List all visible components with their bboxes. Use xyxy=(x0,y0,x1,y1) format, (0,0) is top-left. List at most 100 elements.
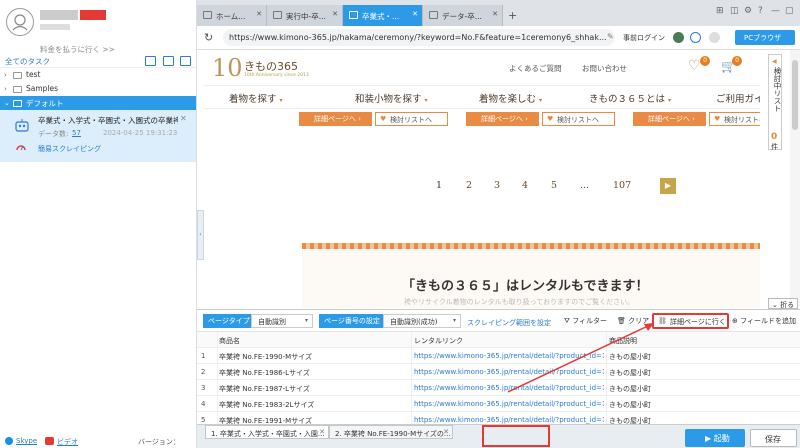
column-header[interactable]: 商品名 xyxy=(219,336,409,346)
tab-home[interactable]: ホーム... ✕ xyxy=(197,5,267,26)
folder-samples[interactable]: › Samples xyxy=(0,82,196,96)
folder-default[interactable]: ⌄ デフォルト xyxy=(0,96,196,110)
scroll-thumb[interactable] xyxy=(792,60,798,130)
cell-product-name[interactable]: 卒業袴 No.FE-1990-Mサイズ xyxy=(219,352,409,362)
cell-description[interactable]: きもの屋小町 xyxy=(609,368,669,378)
clear-button[interactable]: 🗑 クリア xyxy=(617,316,649,326)
logo-number[interactable]: 10 xyxy=(212,54,243,82)
add-field-button[interactable]: ⊕ フィールドを追加 xyxy=(732,316,796,326)
next-page-icon[interactable]: ▶ xyxy=(660,178,676,194)
page-last[interactable]: 107 xyxy=(613,180,631,191)
close-icon[interactable]: ✕ xyxy=(492,10,498,18)
skype-icon[interactable] xyxy=(5,437,13,445)
pay-link[interactable]: 料金を払うに行く >> xyxy=(40,44,115,55)
new-tab-icon[interactable]: + xyxy=(508,9,517,22)
page-4[interactable]: 4 xyxy=(522,180,528,191)
scrape-scope-link[interactable]: スクレイピング範囲を設定 xyxy=(467,318,551,328)
cell-description[interactable]: きもの屋小町 xyxy=(609,352,669,362)
column-header[interactable]: レンタルリンク xyxy=(414,336,604,346)
table-row[interactable]: 2 卒業袴 No.FE-1986-Lサイズ https://www.kimono… xyxy=(197,364,800,380)
pre-login-button[interactable]: 事前ログイン xyxy=(623,33,665,43)
page-5[interactable]: 5 xyxy=(551,180,557,191)
skin-icon[interactable]: ◫ xyxy=(730,6,739,16)
edit-icon[interactable]: ✎ xyxy=(607,32,614,41)
table-row[interactable]: 3 卒業袴 No.FE-1987-Lサイズ https://www.kimono… xyxy=(197,380,800,396)
contact-link[interactable]: お問い合わせ xyxy=(582,63,627,74)
new-task-icon[interactable] xyxy=(180,56,191,66)
logo-text[interactable]: きもの365 xyxy=(244,58,298,74)
tab-data[interactable]: データ-卒... ✕ xyxy=(423,5,503,26)
fold-button[interactable]: ⌄ 折る xyxy=(768,298,798,309)
bottom-tab-detail-page[interactable]: 2. 卒業袴 No.FE-1990-Mサイズの... ✕ xyxy=(329,425,453,439)
menu-enjoy-kimono[interactable]: 着物を楽しむ ▾ xyxy=(479,91,542,105)
collapse-sidebar-handle[interactable]: ‹ xyxy=(197,210,204,260)
cell-description[interactable]: きもの屋小町 xyxy=(609,384,669,394)
extension-icon[interactable] xyxy=(673,32,684,43)
minimize-icon[interactable]: — xyxy=(771,6,780,16)
menu-guide[interactable]: ご利用ガイド xyxy=(716,91,760,105)
tab-running[interactable]: 実行中-卒... ✕ xyxy=(267,5,343,26)
new-folder-icon[interactable] xyxy=(163,56,174,66)
goto-detail-button[interactable]: ⛓ 詳細ページに行く xyxy=(652,313,729,329)
cell-rental-link[interactable]: https://www.kimono-365.jp/rental/detail/… xyxy=(414,416,604,424)
cell-product-name[interactable]: 卒業袴 No.FE-1987-Lサイズ xyxy=(219,384,409,394)
menu-about[interactable]: きもの３６５とは ▾ xyxy=(589,91,671,105)
detail-page-button[interactable]: 詳細ページへ › xyxy=(299,112,372,126)
cell-rental-link[interactable]: https://www.kimono-365.jp/rental/detail/… xyxy=(414,384,604,392)
start-button[interactable]: ▶ 起動 xyxy=(685,429,745,447)
column-header[interactable]: 商品説明 xyxy=(609,336,669,346)
close-icon[interactable]: ✕ xyxy=(412,10,418,18)
avatar[interactable] xyxy=(6,8,34,36)
checklist-button[interactable]: ♥検討リストへ xyxy=(375,112,448,126)
faq-link[interactable]: よくあるご質問 xyxy=(509,63,562,74)
menu-find-accessories[interactable]: 和装小物を探す ▾ xyxy=(355,91,428,105)
page-type-select[interactable]: 自動識別 ▾ xyxy=(251,314,313,328)
close-icon[interactable]: ✕ xyxy=(256,10,262,18)
close-icon[interactable]: ✕ xyxy=(332,10,338,18)
close-icon[interactable]: ✕ xyxy=(180,114,187,123)
filter-button[interactable]: ⛛ フィルター xyxy=(564,316,607,326)
table-row[interactable]: 1 卒業袴 No.FE-1990-Mサイズ https://www.kimono… xyxy=(197,348,800,364)
pc-browser-select[interactable]: PCブラウザ xyxy=(735,30,795,45)
heart-icon[interactable]: ♡ xyxy=(688,58,701,74)
close-icon[interactable]: ✕ xyxy=(319,428,325,436)
help-icon[interactable]: ? xyxy=(758,6,763,16)
close-icon[interactable]: ✕ xyxy=(443,428,449,436)
page-number-select[interactable]: 自動識別(成功) ▾ xyxy=(383,314,461,328)
tab-ceremony[interactable]: 卒業式・... ✕ xyxy=(343,5,423,26)
page-scrollbar[interactable] xyxy=(790,50,800,308)
detail-page-button[interactable]: 詳細ページへ › xyxy=(633,112,706,126)
user-icon[interactable] xyxy=(709,32,720,43)
video-link[interactable]: ビデオ xyxy=(57,437,78,447)
cell-product-name[interactable]: 卒業袴 No.FE-1986-Lサイズ xyxy=(219,368,409,378)
settings-icon[interactable]: ⚙ xyxy=(744,6,752,16)
page-1[interactable]: 1 xyxy=(436,180,442,191)
table-row[interactable]: 4 卒業袴 No.FE-1983-2Lサイズ https://www.kimon… xyxy=(197,396,800,412)
cell-rental-link[interactable]: https://www.kimono-365.jp/rental/detail/… xyxy=(414,352,604,360)
task-item[interactable]: 卒業式・入学式・卒園式・入園式の卒業袴... ✕ データ数: 57 2024-0… xyxy=(0,110,196,162)
folder-test[interactable]: › test xyxy=(0,68,196,82)
checklist-tab[interactable]: ◀ 検討中リスト 0 件 xyxy=(768,54,782,151)
reload-icon[interactable]: ↻ xyxy=(204,31,213,44)
cell-product-name[interactable]: 卒業袴 No.FE-1983-2Lサイズ xyxy=(219,400,409,410)
pin-icon[interactable]: ⊞ xyxy=(716,6,724,16)
checklist-button[interactable]: ♥検討リストへ xyxy=(709,112,760,126)
bottom-tab-list-page[interactable]: 1. 卒業式・入学式・卒園式・入園... ✕ xyxy=(205,425,329,439)
page-2[interactable]: 2 xyxy=(466,180,472,191)
data-count-link[interactable]: 57 xyxy=(72,129,81,137)
video-icon[interactable] xyxy=(45,437,54,445)
tab-label: データ-卒... xyxy=(442,12,482,21)
cell-description[interactable]: きもの屋小町 xyxy=(609,400,669,410)
checklist-button[interactable]: ♥検討リストへ xyxy=(542,112,615,126)
page-3[interactable]: 3 xyxy=(494,180,500,191)
cell-rental-link[interactable]: https://www.kimono-365.jp/rental/detail/… xyxy=(414,400,604,408)
cell-rental-link[interactable]: https://www.kimono-365.jp/rental/detail/… xyxy=(414,368,604,376)
crosshair-icon[interactable] xyxy=(690,32,701,43)
maximize-icon[interactable]: ▢ xyxy=(785,6,794,16)
import-icon[interactable] xyxy=(145,56,156,66)
skype-link[interactable]: Skype xyxy=(16,437,37,445)
menu-find-kimono[interactable]: 着物を探す ▾ xyxy=(229,91,283,105)
url-input[interactable]: https://www.kimono-365.jp/hakama/ceremon… xyxy=(223,29,615,46)
save-button[interactable]: 保存 xyxy=(750,429,797,447)
detail-page-button[interactable]: 詳細ページへ › xyxy=(466,112,539,126)
